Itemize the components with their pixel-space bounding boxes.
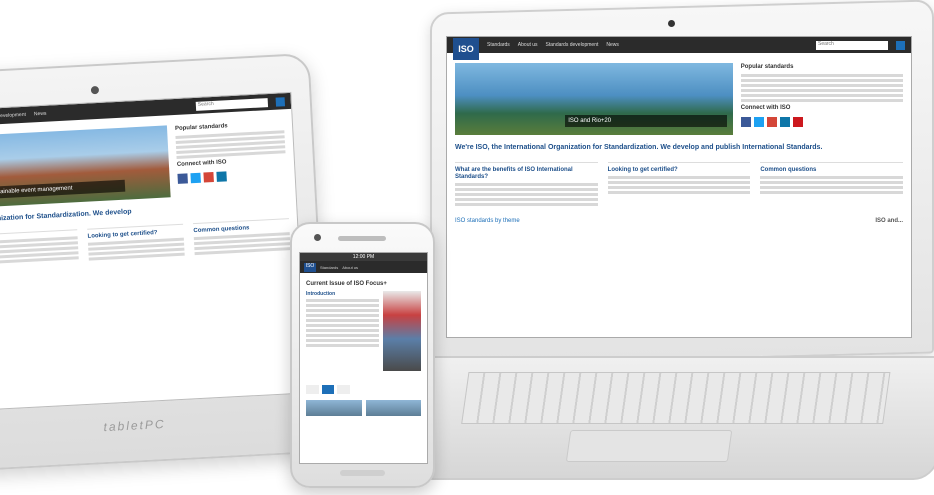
phone-thumbnails [306,400,421,416]
search-icon[interactable] [896,40,905,50]
laptop-device: ISO Standards About us Standards develop… [411,0,934,486]
phone-section-title: Introduction [306,291,336,297]
laptop-topbar: ISO Standards About us Standards develop… [447,37,911,60]
laptop-tagline: We're ISO, the International Organizatio… [455,144,823,151]
laptop-hero-caption[interactable]: ISO and Rio+20 [565,115,727,127]
laptop-col-title: What are the benefits of ISO Internation… [455,167,573,180]
laptop-col-title: Looking to get certified? [607,167,678,173]
laptop-keyboard [461,372,891,424]
facebook-icon[interactable] [740,117,751,127]
phone-topbar: ISO Standards About us [300,261,427,273]
phone-page-title: Current Issue of ISO Focus+ [306,281,387,287]
laptop-col-certified: Looking to get certified? [607,162,751,208]
tablet-sidebar-links[interactable] [175,130,286,159]
laptop-hero: ISO and Rio+20 Popular standards Connect… [455,63,903,135]
see-more-label: ISO and... [875,218,903,224]
linkedin-icon[interactable] [779,117,790,127]
device-mockup-scene: Standards development News Search Sustai… [0,0,934,495]
thumbnail-image[interactable] [306,400,362,416]
laptop-camera [668,20,675,27]
tablet-search-input[interactable]: Search [195,97,269,111]
laptop-columns: What are the benefits of ISO Internation… [455,162,904,208]
tablet-hero: Sustainable event management Popular sta… [0,119,288,208]
laptop-sidebar-title: Popular standards [740,64,794,70]
phone-speaker [338,236,386,241]
googleplus-icon[interactable] [203,172,214,183]
tablet-nav-item[interactable]: News [34,111,47,118]
phone-tab-active[interactable] [321,385,335,394]
laptop-nav-item[interactable]: Standards [487,42,510,48]
phone-tab[interactable] [337,385,351,394]
tablet-hero-image[interactable]: Sustainable event management [0,125,171,208]
facebook-icon[interactable] [177,173,188,184]
tablet-screen: Standards development News Search Sustai… [0,91,308,411]
search-icon[interactable] [275,96,286,107]
laptop-nav-item[interactable]: News [606,42,619,48]
laptop-sidebar: Popular standards Connect with ISO [740,63,903,135]
thumbnail-image[interactable] [365,400,421,416]
phone-status-bar: 12:00 PM [300,253,427,261]
youtube-icon[interactable] [792,117,803,127]
social-icons [740,117,903,127]
laptop-col-questions: Common questions [760,162,904,208]
phone-camera [314,234,321,241]
laptop-footer-links: ISO standards by theme ISO and... [455,218,903,224]
phone-tab[interactable] [306,385,319,394]
laptop-trackpad [565,430,733,462]
laptop-screen: ISO Standards About us Standards develop… [446,36,912,338]
laptop-follow-title: Connect with ISO [740,105,791,111]
tablet-col-certified: Looking to get certified? [87,223,185,263]
social-icons [177,168,286,184]
magazine-cover-image[interactable] [383,291,421,371]
phone-nav-item[interactable]: Standards [320,265,338,270]
twitter-icon[interactable] [753,117,764,127]
tablet-hero-caption[interactable]: Sustainable event management [0,179,125,200]
phone-article: Introduction [306,291,421,371]
laptop-hero-image[interactable]: ISO and Rio+20 [455,63,733,135]
phone-device: 12:00 PM ISO Standards About us Current … [290,222,435,488]
laptop-base [411,356,934,480]
laptop-col-benefits: What are the benefits of ISO Internation… [455,162,598,208]
tablet-nav-item[interactable]: Standards development [0,112,26,121]
tablet-col-questions: Common questions [193,218,291,258]
tablet-col [0,229,79,269]
standards-by-theme-link[interactable]: ISO standards by theme [455,218,520,224]
phone-home-button [340,470,385,476]
phone-screen: 12:00 PM ISO Standards About us Current … [299,252,428,464]
laptop-nav-item[interactable]: Standards development [546,42,599,48]
phone-nav-item[interactable]: About us [342,265,358,270]
twitter-icon[interactable] [190,172,201,184]
phone-tabs [306,385,421,394]
laptop-nav-item[interactable]: About us [518,42,538,48]
phone-article-text: Introduction [306,291,379,371]
tablet-device: Standards development News Search Sustai… [0,52,331,472]
laptop-search-input[interactable]: Search [816,40,888,50]
tablet-columns: Looking to get certified? Common questio… [0,218,291,269]
linkedin-icon[interactable] [216,171,227,182]
iso-logo[interactable]: ISO [453,38,479,60]
tablet-sidebar: Popular standards Connect with ISO [175,119,288,197]
iso-logo[interactable]: ISO [304,262,316,272]
laptop-sidebar-links[interactable] [740,74,903,102]
googleplus-icon[interactable] [766,117,777,127]
laptop-col-title: Common questions [760,167,817,173]
